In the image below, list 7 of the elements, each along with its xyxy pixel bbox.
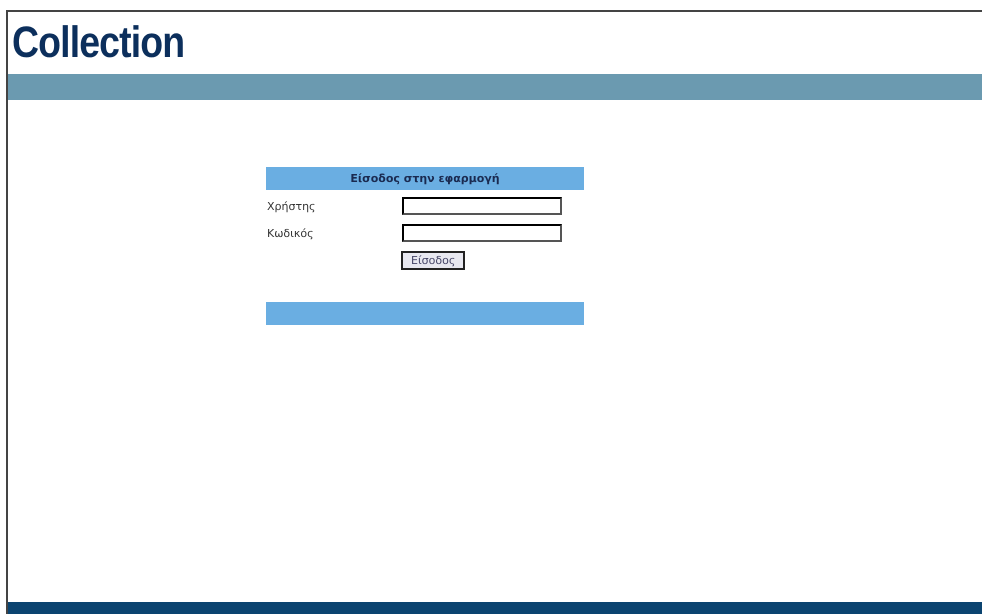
login-title: Είσοδος στην εφαρμογή	[266, 167, 584, 190]
input-field[interactable]	[402, 197, 562, 215]
site-logo: Collection	[12, 18, 184, 68]
login-button[interactable]: Είσοδος	[401, 251, 466, 270]
input-field[interactable]	[402, 224, 562, 242]
field-label: Χρήστης	[266, 200, 317, 212]
field-label: Κωδικός	[266, 226, 315, 240]
